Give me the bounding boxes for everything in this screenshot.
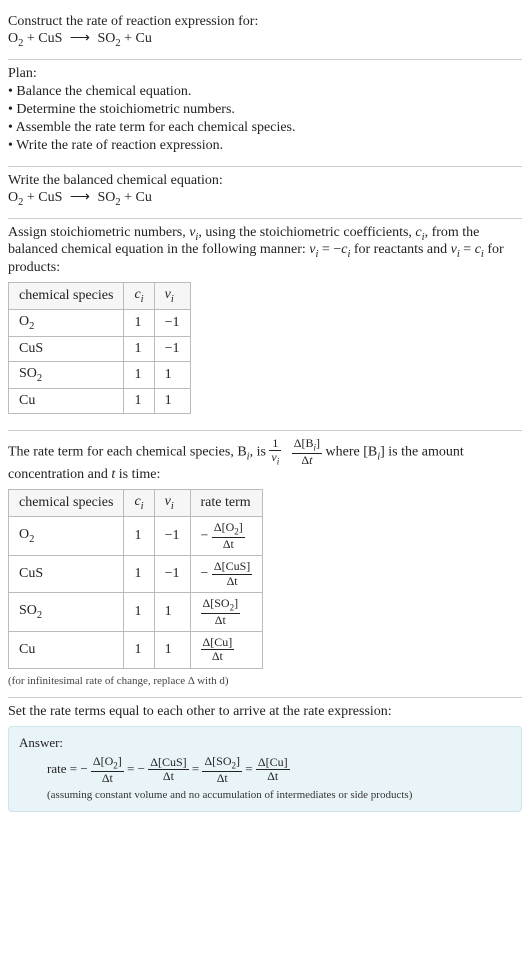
- reaction-arrow-icon: ⟶: [66, 31, 94, 46]
- col-nui: νi: [154, 490, 190, 517]
- plan-bullet: • Determine the stoichiometric numbers.: [8, 102, 522, 118]
- table-row: CuS 1 −1 − Δ[CuS] Δt: [9, 556, 263, 592]
- assumption-note: (assuming constant volume and no accumul…: [19, 789, 511, 801]
- answer-box: Answer: rate = − Δ[O2] Δt = − Δ[CuS] Δt …: [8, 726, 522, 812]
- rateterm-table: chemical species ci νi rate term O2 1 −1…: [8, 489, 263, 668]
- table-row: Cu 1 1: [9, 388, 191, 413]
- col-nui: νi: [154, 283, 190, 310]
- assign-text: Assign stoichiometric numbers, νi, using…: [8, 225, 522, 277]
- table-row: O2 1 −1 − Δ[O2] Δt: [9, 516, 263, 555]
- fraction: Δ[CuS] Δt: [148, 756, 188, 783]
- table-header-row: chemical species ci νi: [9, 283, 191, 310]
- table-row: CuS 1 −1: [9, 336, 191, 361]
- fraction: Δ[Cu] Δt: [256, 756, 290, 783]
- answer-label: Answer:: [19, 735, 511, 751]
- fraction: Δ[Bi] Δt: [292, 437, 322, 467]
- fraction: 1 νi: [269, 437, 281, 467]
- col-species: chemical species: [9, 490, 124, 517]
- balanced-section: Write the balanced chemical equation: O2…: [8, 167, 522, 219]
- species-so2: SO2: [97, 31, 120, 46]
- species-o2: O2: [8, 31, 23, 46]
- fraction: Δ[SO2] Δt: [201, 597, 241, 627]
- balanced-equation: O2 + CuS ⟶ SO2 + Cu: [8, 189, 522, 208]
- table-row: Cu 1 1 Δ[Cu] Δt: [9, 632, 263, 668]
- assign-section: Assign stoichiometric numbers, νi, using…: [8, 219, 522, 431]
- col-species: chemical species: [9, 283, 124, 310]
- species-so2: SO2: [97, 190, 120, 205]
- table-header-row: chemical species ci νi rate term: [9, 490, 263, 517]
- reaction-arrow-icon: ⟶: [66, 190, 94, 205]
- plan-bullet: • Write the rate of reaction expression.: [8, 138, 522, 154]
- fraction: Δ[O2] Δt: [91, 755, 124, 785]
- plan-title: Plan:: [8, 66, 522, 82]
- col-ci: ci: [124, 490, 154, 517]
- rateterm-section: The rate term for each chemical species,…: [8, 431, 522, 698]
- plan-bullet: • Balance the chemical equation.: [8, 84, 522, 100]
- unbalanced-equation: O2 + CuS ⟶ SO2 + Cu: [8, 30, 522, 49]
- table-row: SO2 1 1: [9, 361, 191, 388]
- species-cu: Cu: [136, 190, 152, 205]
- setequal-section: Set the rate terms equal to each other t…: [8, 698, 522, 822]
- fraction: Δ[O2] Δt: [212, 521, 245, 551]
- balanced-title: Write the balanced chemical equation:: [8, 173, 522, 189]
- plan-section: Plan: • Balance the chemical equation. •…: [8, 60, 522, 167]
- species-cus: CuS: [38, 190, 62, 205]
- species-cu: Cu: [136, 31, 152, 46]
- rate-expression: rate = − Δ[O2] Δt = − Δ[CuS] Δt = Δ[SO2]…: [19, 755, 511, 785]
- fraction: Δ[Cu] Δt: [201, 636, 235, 663]
- construct-section: Construct the rate of reaction expressio…: [8, 8, 522, 60]
- construct-text: Construct the rate of reaction expressio…: [8, 14, 522, 30]
- plan-bullet: • Assemble the rate term for each chemic…: [8, 120, 522, 136]
- fraction: Δ[SO2] Δt: [202, 755, 242, 785]
- table-row: SO2 1 1 Δ[SO2] Δt: [9, 592, 263, 631]
- fraction: Δ[CuS] Δt: [212, 560, 252, 587]
- species-o2: O2: [8, 190, 23, 205]
- col-rateterm: rate term: [190, 490, 263, 517]
- setequal-text: Set the rate terms equal to each other t…: [8, 704, 522, 720]
- col-ci: ci: [124, 283, 154, 310]
- table-row: O2 1 −1: [9, 309, 191, 336]
- infinitesimal-note: (for infinitesimal rate of change, repla…: [8, 675, 522, 687]
- rateterm-text: The rate term for each chemical species,…: [8, 437, 522, 483]
- stoich-table: chemical species ci νi O2 1 −1 CuS 1 −1 …: [8, 282, 191, 413]
- species-cus: CuS: [38, 31, 62, 46]
